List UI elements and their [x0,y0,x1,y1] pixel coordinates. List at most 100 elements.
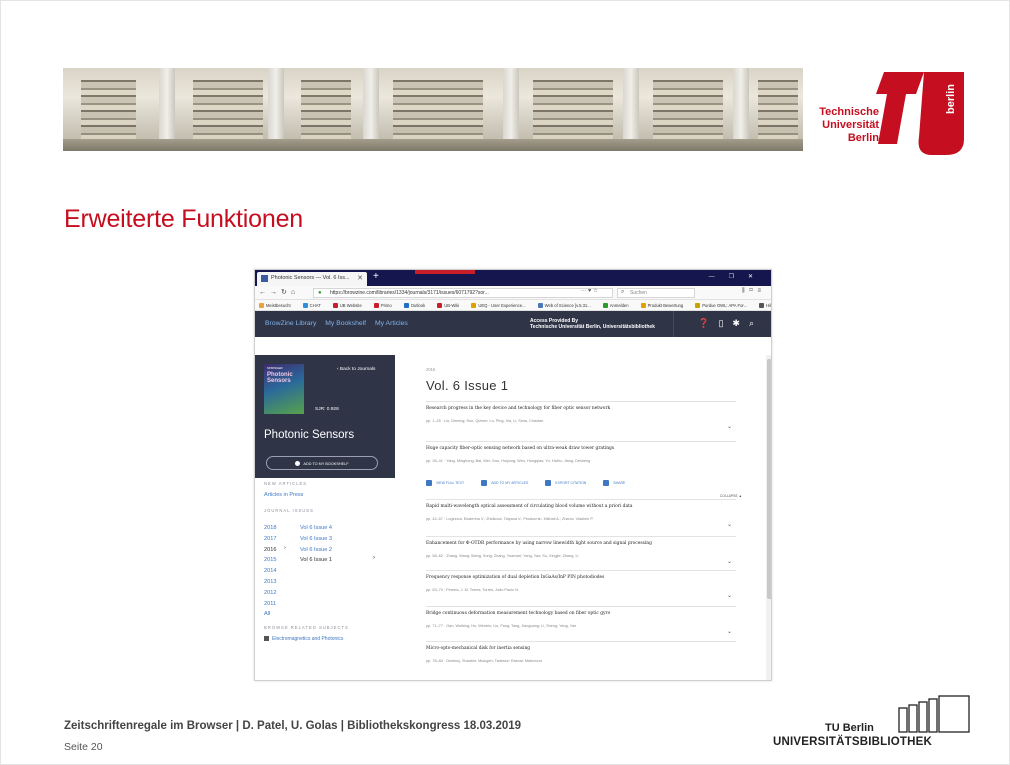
article-authors: pp. 78–84 · Dezfouy, Shaahin; Mulugeh; T… [426,659,542,663]
bookmark-item[interactable]: UB Website [332,303,368,308]
article-divider [426,441,736,442]
year-item[interactable]: 2014 [264,566,276,577]
expand-chevron-icon[interactable]: ⌄ [727,592,732,599]
view-full-text-action[interactable]: VIEW FULL TEXT [426,480,472,486]
search-icon[interactable]: ⌕ [749,318,763,328]
bookmark-icon [259,303,264,308]
expand-chevron-icon[interactable]: ⌄ [727,521,732,528]
export-citation-action[interactable]: EXPORT CITATION [545,480,594,486]
tu-logo-line2: Universität [822,119,879,131]
article-item[interactable]: Micro-opto-mechanical disk for inertia s… [426,646,736,663]
slide: berlin Technische Universität Berlin Erw… [0,0,1010,765]
ub-logo-tu: TU Berlin [825,722,874,734]
bookmark-item[interactable]: UEQ - User Experience... [471,303,531,308]
nav-my-articles[interactable]: My Articles [375,320,408,327]
tu-berlin-logo: berlin Technische Universität Berlin [806,69,971,159]
add-to-bookshelf-button[interactable]: ADD TO MY BOOKSHELF [266,456,378,470]
maximize-icon[interactable]: ❐ [729,274,748,280]
year-item[interactable]: 2013 [264,577,276,588]
year-item[interactable]: 2016 [264,545,276,556]
bookmark-item[interactable]: Primo [373,303,398,308]
subject-link[interactable]: Electromagnetics and Photonics [264,636,343,642]
year-item[interactable]: 2017 [264,534,276,545]
expand-chevron-icon[interactable]: ⌄ [727,628,732,635]
collapse-toggle[interactable]: COLLAPSE ▲ [720,494,742,498]
bookmark-icon [437,303,443,308]
issue-item[interactable]: Vol 6 Issue 2 [300,545,332,556]
year-item[interactable]: 2015 [264,555,276,566]
url-bar[interactable]: ● https://browzine.com/libraries/1334/jo… [313,288,613,298]
bookmark-item[interactable]: Outlook [403,303,431,308]
year-item[interactable]: 2011 [264,599,276,610]
expand-chevron-icon[interactable]: ⌄ [727,558,732,565]
browser-search-input[interactable]: ⌕ Suchen [617,288,695,298]
article-actions: VIEW FULL TEXT ADD TO MY ARTICLES EXPORT… [426,480,641,486]
window-controls: —❐✕ [709,273,767,280]
bookmark-item[interactable]: Purdue OWL: APA For... [695,303,753,308]
home-icon[interactable]: ⌂ [291,289,299,296]
journal-cover-image[interactable]: SPRINGER Photonic Sensors [264,364,304,414]
library-icon[interactable]: ⫼ [742,288,749,294]
article-authors: pp. 71–77 · Gan, Weibing; Hu, Wenbin; Li… [426,624,577,628]
issue-item[interactable]: Vol 6 Issue 4 [300,523,332,534]
bookmark-icon [332,303,338,308]
article-item[interactable]: Rapid multi-wavelength optical assessmen… [426,504,736,528]
article-title[interactable]: Rapid multi-wavelength optical assessmen… [426,504,736,509]
article-title[interactable]: Huge capacity fiber-optic sensing networ… [426,446,736,451]
bookmark-item[interactable]: Produkt Bewertung [640,303,690,308]
forward-icon[interactable]: → [270,289,281,296]
article-title[interactable]: Enhancement for Φ-OTDR performance by us… [426,541,736,546]
year-item[interactable]: 2018 [264,523,276,534]
article-title[interactable]: Frequency response optimization of dual … [426,575,736,580]
device-icon[interactable]: ▯ [718,318,732,328]
window-close-icon[interactable]: ✕ [748,274,767,280]
issue-item[interactable]: Vol 6 Issue 1 [300,555,332,566]
article-item[interactable]: Research progress in the key device and … [426,406,736,430]
browser-tab[interactable]: Photonic Sensors — Vol. 6 Iss... ✕ [257,272,367,286]
bookmark-item[interactable]: Hilfe [759,303,771,308]
reload-icon[interactable]: ↻ [281,289,291,296]
expand-chevron-icon[interactable]: ⌄ [727,423,732,430]
year-item[interactable]: All [264,609,276,620]
article-title[interactable]: Micro-opto-mechanical disk for inertia s… [426,646,736,651]
article-item[interactable]: Bridge continuous deformation measuremen… [426,611,736,635]
add-to-articles-action[interactable]: ADD TO MY ARTICLES [481,480,536,486]
scrollbar[interactable] [766,355,771,680]
journal-title: Photonic Sensors [264,429,355,441]
share-action[interactable]: SHARE [603,480,633,486]
nav-buttons: ←→↻⌂ [259,288,299,296]
issue-item[interactable]: Vol 6 Issue 3 [300,534,332,545]
back-to-journals-link[interactable]: ‹ Back to Journals [337,367,375,372]
bookmark-item[interactable]: Anmelden [602,303,635,308]
help-icon[interactable]: ❓ [698,318,718,328]
article-title[interactable]: Bridge continuous deformation measuremen… [426,611,736,616]
new-tab-button[interactable]: + [373,272,379,282]
article-divider [426,499,736,500]
settings-icon[interactable]: ✱ [732,318,749,328]
bookmark-item[interactable]: CHAT [302,303,327,308]
menu-icon[interactable]: ≡ [757,288,765,294]
article-divider [426,606,736,607]
scrollbar-thumb[interactable] [767,359,771,599]
article-divider [426,641,736,642]
back-icon[interactable]: ← [259,289,270,296]
cover-title: Photonic Sensors [267,372,293,384]
article-title[interactable]: Research progress in the key device and … [426,406,736,411]
header-divider [673,311,674,337]
nav-my-bookshelf[interactable]: My Bookshelf [325,320,366,327]
bookmark-item[interactable]: UB-Wiki [437,303,465,308]
access-provided-by: Access Provided By Technische Universitä… [530,318,655,330]
url-bar-icons[interactable]: ··· ♥ ☆ [581,288,598,294]
article-item[interactable]: Enhancement for Φ-OTDR performance by us… [426,541,736,565]
article-item[interactable]: Frequency response optimization of dual … [426,575,736,599]
url-text: https://browzine.com/libraries/1334/jour… [330,290,489,296]
bookmark-item[interactable]: Web of Science [v.5.31... [537,303,597,308]
issue-title: Vol. 6 Issue 1 [426,378,509,393]
tab-close-icon[interactable]: ✕ [357,274,363,282]
minimize-icon[interactable]: — [709,274,729,280]
article-item[interactable]: Huge capacity fiber-optic sensing networ… [426,446,736,463]
nav-browzine-library[interactable]: BrowZine Library [265,320,316,327]
year-item[interactable]: 2012 [264,588,276,599]
articles-in-press-link[interactable]: Articles in Press [264,492,303,498]
bookmark-item[interactable]: Meistbesucht [259,303,297,308]
